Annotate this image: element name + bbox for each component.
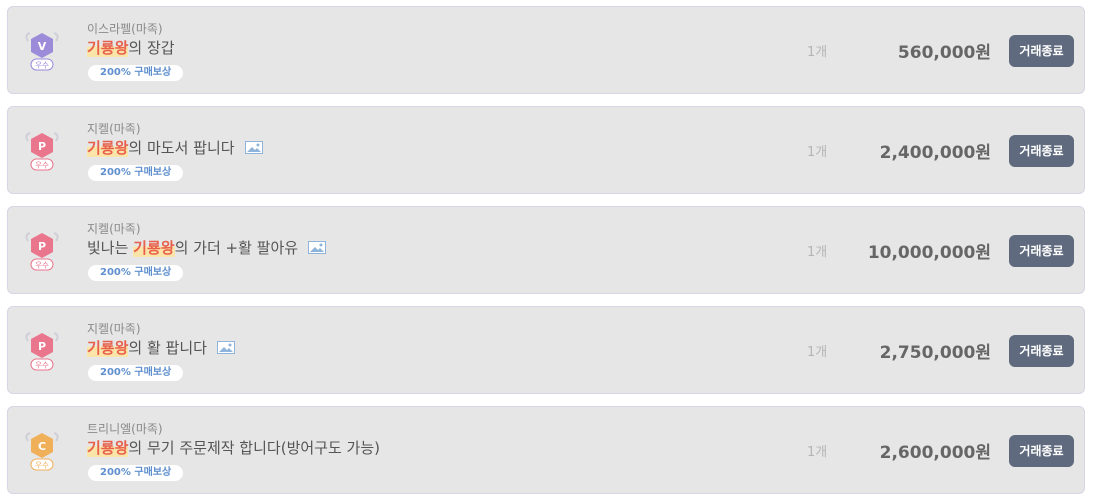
svg-text:우수: 우수 bbox=[35, 361, 49, 370]
price: 2,400,000원 bbox=[879, 143, 991, 163]
listing-row[interactable]: P 우수 지켈(마족) 빛나는 기룡왕 의 가더 +활 팔아유 200% 구매보상… bbox=[7, 206, 1085, 294]
title-keyword: 기룡왕 bbox=[87, 137, 129, 158]
trade-closed-button[interactable]: 거래종료 bbox=[1009, 135, 1074, 167]
title-suffix: 의 장갑 bbox=[128, 39, 175, 57]
seller-grade-badge: C 우수 bbox=[24, 427, 60, 473]
quantity: 1개 bbox=[807, 45, 828, 60]
quantity: 1개 bbox=[807, 245, 828, 260]
server-name: 지켈(마족) bbox=[87, 222, 141, 236]
listing-title[interactable]: 기룡왕 의 장갑 bbox=[87, 37, 175, 58]
svg-text:우수: 우수 bbox=[35, 61, 49, 70]
title-suffix: 의 마도서 팝니다 bbox=[128, 139, 235, 157]
svg-text:V: V bbox=[38, 40, 47, 53]
title-keyword: 기룡왕 bbox=[87, 337, 129, 358]
quantity: 1개 bbox=[807, 445, 828, 460]
listing-title[interactable]: 기룡왕 의 마도서 팝니다 bbox=[87, 137, 263, 158]
svg-text:우수: 우수 bbox=[35, 461, 49, 470]
title-suffix: 의 무기 주문제작 합니다(방어구도 가능) bbox=[128, 439, 380, 457]
trade-closed-button[interactable]: 거래종료 bbox=[1009, 35, 1074, 67]
svg-text:P: P bbox=[38, 240, 46, 253]
title-suffix: 의 활 팝니다 bbox=[128, 339, 207, 357]
server-name: 이스라펠(마족) bbox=[87, 22, 163, 36]
svg-text:우수: 우수 bbox=[35, 261, 49, 270]
seller-grade-badge: P 우수 bbox=[24, 227, 60, 273]
quantity: 1개 bbox=[807, 145, 828, 160]
p-grade-icon: P 우수 bbox=[25, 232, 59, 271]
listing-row[interactable]: P 우수 지켈(마족) 기룡왕 의 마도서 팝니다 200% 구매보상 1개 2,… bbox=[7, 106, 1085, 194]
server-name: 지켈(마족) bbox=[87, 122, 141, 136]
title-keyword: 기룡왕 bbox=[87, 37, 129, 58]
price: 560,000원 bbox=[897, 43, 991, 63]
title-keyword: 기룡왕 bbox=[133, 237, 175, 258]
svg-text:P: P bbox=[38, 140, 46, 153]
image-attached-icon bbox=[308, 241, 327, 254]
seller-grade-badge: P 우수 bbox=[24, 127, 60, 173]
purchase-reward-tag: 200% 구매보상 bbox=[88, 265, 184, 281]
listing-row[interactable]: C 우수 트리니엘(마족) 기룡왕 의 무기 주문제작 합니다(방어구도 가능) … bbox=[7, 406, 1085, 494]
title-suffix: 의 가더 +활 팔아유 bbox=[174, 239, 299, 257]
title-prefix: 빛나는 bbox=[87, 239, 134, 257]
seller-grade-badge: V 우수 bbox=[24, 27, 60, 73]
listing-title[interactable]: 기룡왕 의 활 팝니다 bbox=[87, 337, 235, 358]
server-name: 지켈(마족) bbox=[87, 322, 141, 336]
listing-title[interactable]: 빛나는 기룡왕 의 가더 +활 팔아유 bbox=[87, 237, 327, 258]
image-attached-icon bbox=[216, 341, 235, 354]
v-grade-icon: V 우수 bbox=[25, 32, 59, 71]
trade-closed-button[interactable]: 거래종료 bbox=[1009, 335, 1074, 367]
image-attached-icon bbox=[244, 141, 263, 154]
purchase-reward-tag: 200% 구매보상 bbox=[88, 165, 184, 181]
purchase-reward-tag: 200% 구매보상 bbox=[88, 365, 184, 381]
title-keyword: 기룡왕 bbox=[87, 437, 129, 458]
listing-title[interactable]: 기룡왕 의 무기 주문제작 합니다(방어구도 가능) bbox=[87, 437, 380, 458]
price: 2,750,000원 bbox=[879, 343, 991, 363]
listing-row[interactable]: P 우수 지켈(마족) 기룡왕 의 활 팝니다 200% 구매보상 1개 2,75… bbox=[7, 306, 1085, 394]
trade-closed-button[interactable]: 거래종료 bbox=[1009, 235, 1074, 267]
listing-list: V 우수 이스라펠(마족) 기룡왕 의 장갑 200% 구매보상 1개 560,0… bbox=[0, 0, 1099, 504]
server-name: 트리니엘(마족) bbox=[87, 422, 163, 436]
price: 10,000,000원 bbox=[867, 243, 991, 263]
purchase-reward-tag: 200% 구매보상 bbox=[88, 465, 184, 481]
seller-grade-badge: P 우수 bbox=[24, 327, 60, 373]
listing-row[interactable]: V 우수 이스라펠(마족) 기룡왕 의 장갑 200% 구매보상 1개 560,0… bbox=[7, 6, 1085, 94]
p-grade-icon: P 우수 bbox=[25, 132, 59, 171]
quantity: 1개 bbox=[807, 345, 828, 360]
p-grade-icon: P 우수 bbox=[25, 332, 59, 371]
trade-closed-button[interactable]: 거래종료 bbox=[1009, 435, 1074, 467]
svg-text:C: C bbox=[38, 440, 46, 453]
svg-text:우수: 우수 bbox=[35, 161, 49, 170]
svg-text:P: P bbox=[38, 340, 46, 353]
price: 2,600,000원 bbox=[879, 443, 991, 463]
purchase-reward-tag: 200% 구매보상 bbox=[88, 65, 184, 81]
c-grade-icon: C 우수 bbox=[25, 432, 59, 471]
